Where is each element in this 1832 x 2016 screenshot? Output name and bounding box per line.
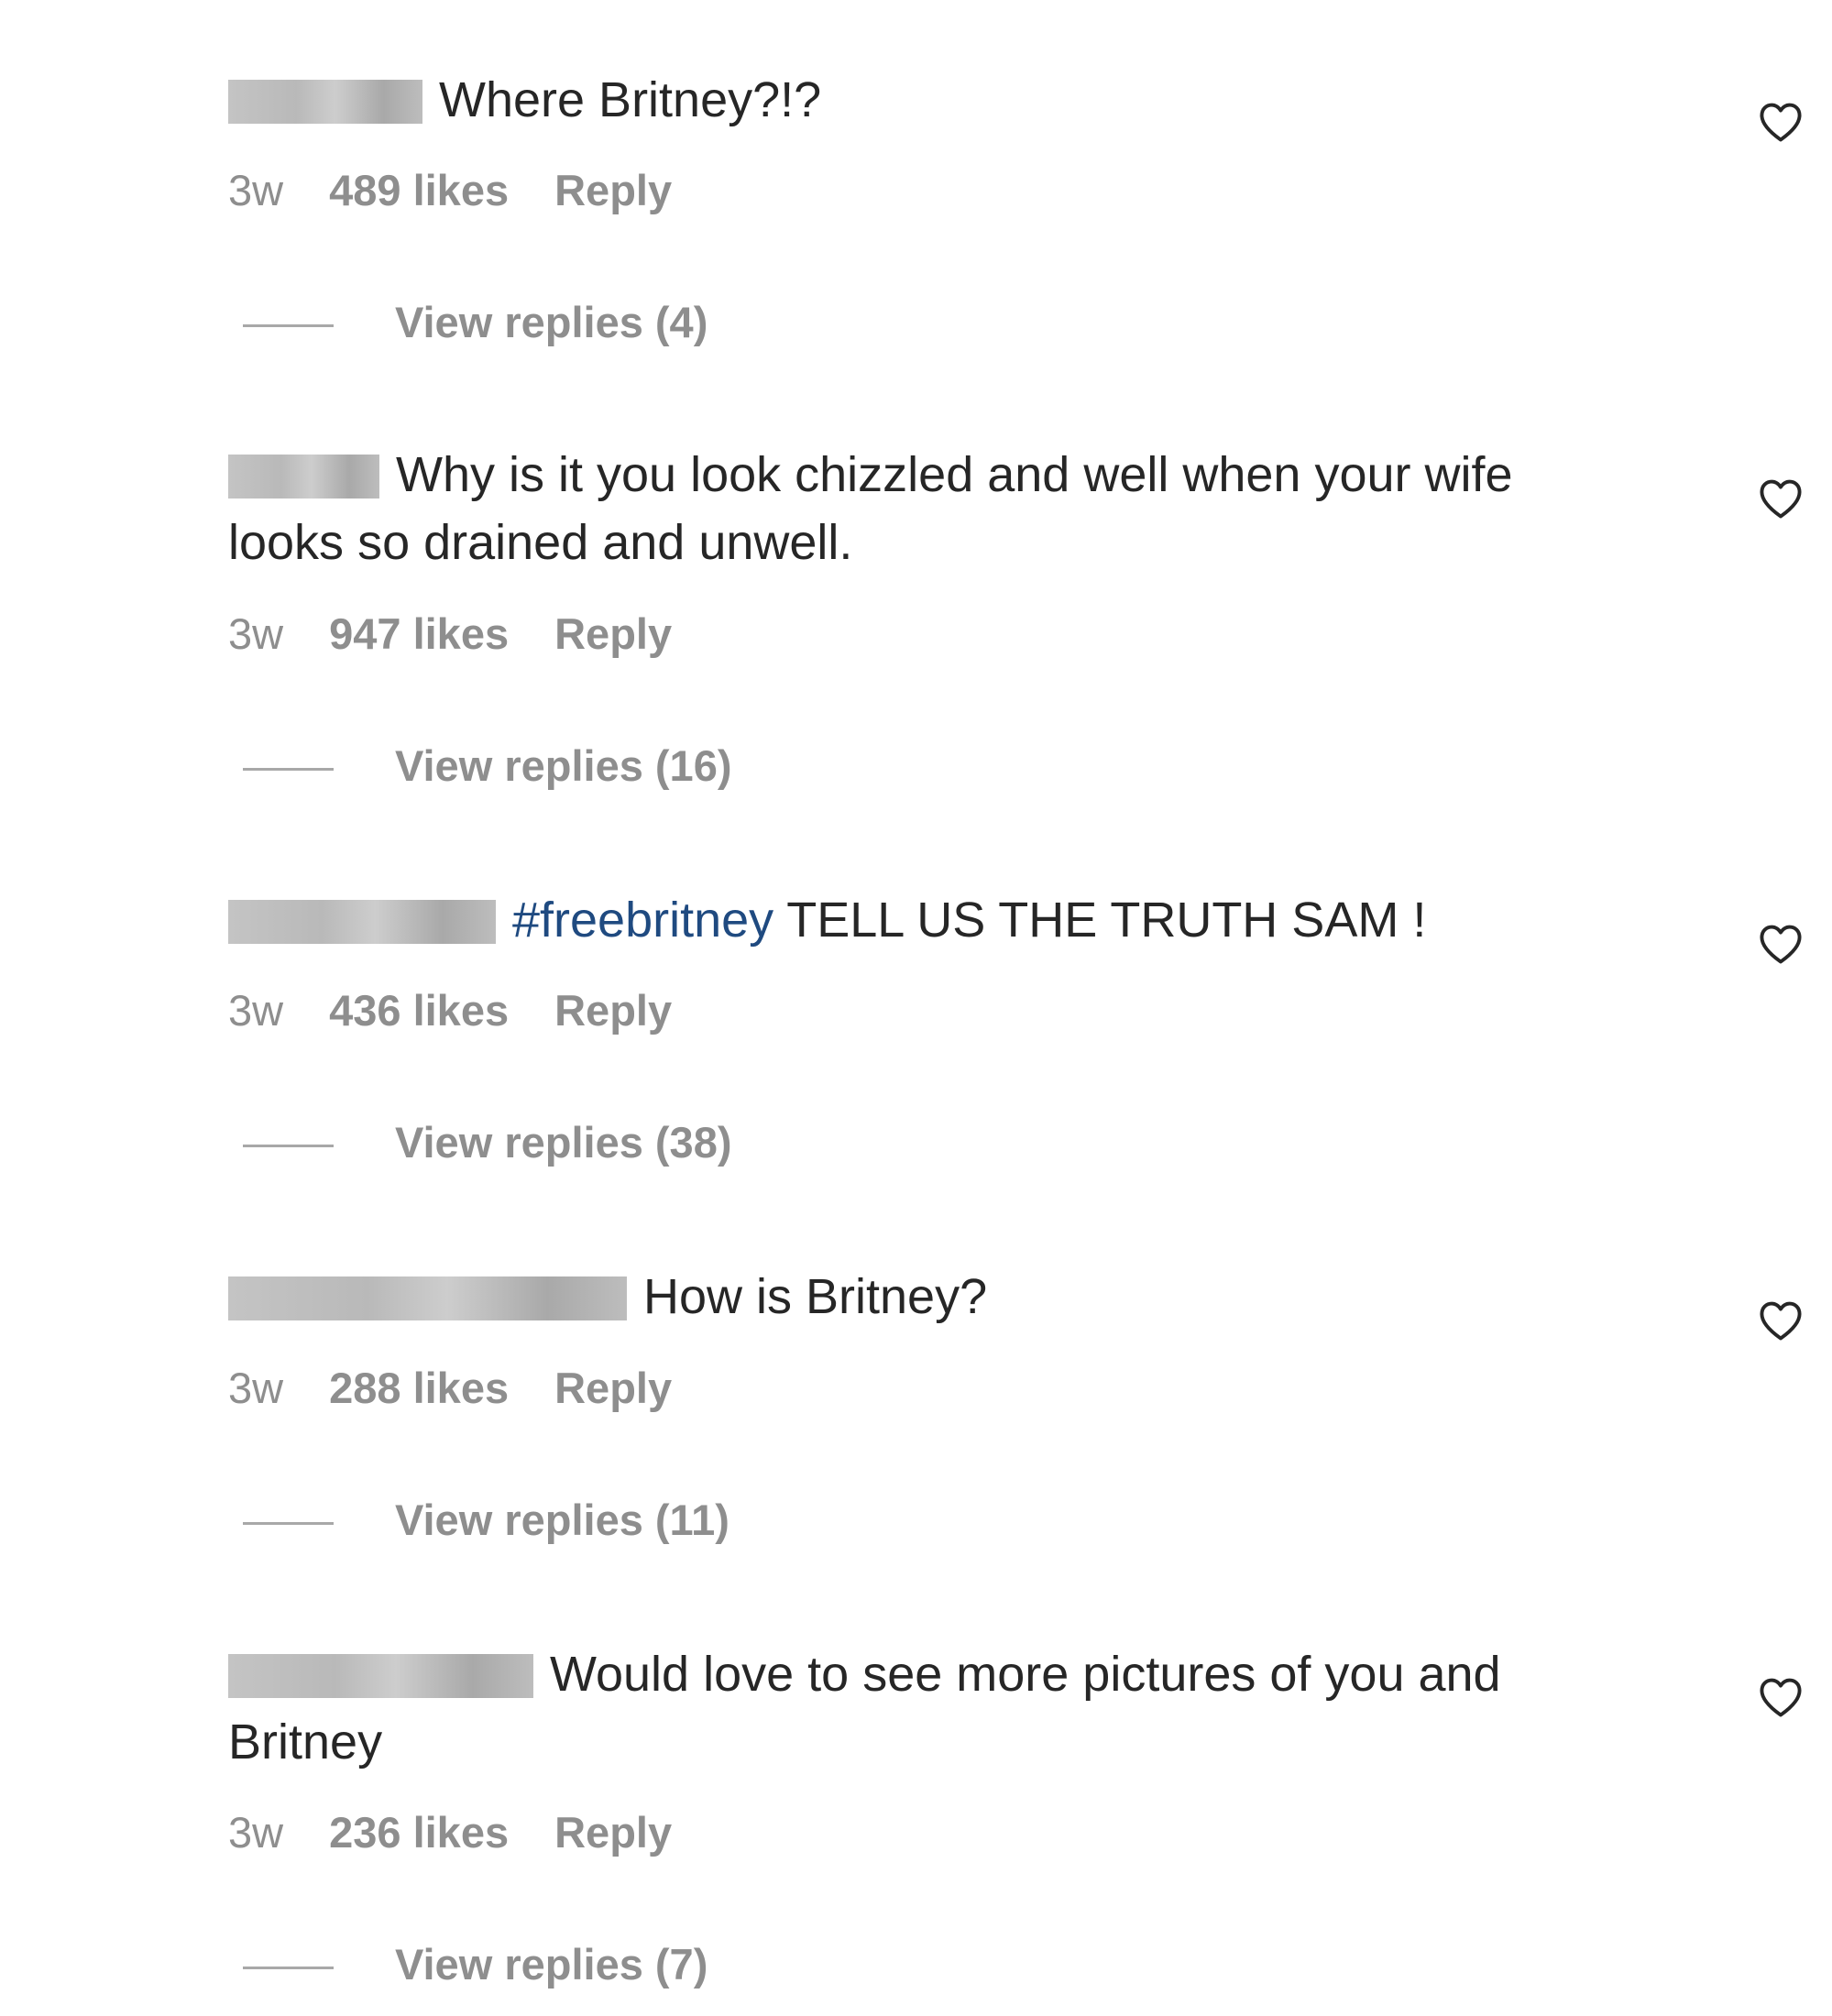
comment-body: Where Britney?!? (228, 66, 1640, 134)
comment-timestamp: 3w (228, 609, 284, 658)
comments-list: Where Britney?!? 3w 489 likes Reply View r… (0, 0, 1832, 2016)
view-replies-button[interactable]: View replies (7) (243, 1937, 708, 1992)
redacted-username[interactable] (228, 80, 422, 124)
comment-text: TELL US THE TRUTH SAM ! (786, 893, 1427, 948)
redacted-username[interactable] (228, 900, 496, 944)
comment-meta: 3w 288 likes Reply (228, 1361, 672, 1416)
comment-timestamp: 3w (228, 1808, 284, 1857)
likes-count[interactable]: 288 likes (329, 1364, 509, 1412)
comment-body: Would love to see more pictures of you a… (228, 1640, 1640, 1776)
redacted-username[interactable] (228, 455, 379, 499)
replies-divider (243, 324, 334, 328)
comment-text: Why is it you look chizzled and well whe… (228, 447, 1513, 570)
view-replies-button[interactable]: View replies (38) (243, 1115, 732, 1170)
comment-meta: 3w 489 likes Reply (228, 163, 672, 218)
comment-meta: 3w 947 likes Reply (228, 607, 672, 662)
redacted-username[interactable] (228, 1654, 533, 1698)
likes-count[interactable]: 236 likes (329, 1808, 509, 1857)
view-replies-label: View replies (11) (395, 1496, 730, 1544)
redacted-username[interactable] (228, 1276, 627, 1320)
reply-button[interactable]: Reply (554, 986, 672, 1035)
reply-button[interactable]: Reply (554, 1808, 672, 1857)
view-replies-button[interactable]: View replies (11) (243, 1493, 730, 1548)
reply-button[interactable]: Reply (554, 1364, 672, 1412)
comment-timestamp: 3w (228, 166, 284, 214)
view-replies-label: View replies (7) (395, 1940, 708, 1989)
hashtag-link[interactable]: #freebritney (512, 893, 773, 948)
view-replies-label: View replies (16) (395, 741, 732, 790)
replies-divider (243, 768, 334, 772)
comment-meta: 3w 236 likes Reply (228, 1805, 672, 1860)
heart-icon[interactable] (1757, 98, 1805, 146)
heart-icon[interactable] (1757, 920, 1805, 968)
view-replies-button[interactable]: View replies (16) (243, 739, 732, 794)
view-replies-button[interactable]: View replies (4) (243, 295, 708, 350)
comment-text: Where Britney?!? (439, 72, 822, 127)
replies-divider (243, 1522, 334, 1526)
likes-count[interactable]: 947 likes (329, 609, 509, 658)
comment-timestamp: 3w (228, 986, 284, 1035)
likes-count[interactable]: 436 likes (329, 986, 509, 1035)
view-replies-label: View replies (38) (395, 1118, 732, 1167)
replies-divider (243, 1967, 334, 1970)
comment-body: Why is it you look chizzled and well whe… (228, 441, 1640, 576)
comment-text: How is Britney? (643, 1269, 988, 1324)
heart-icon[interactable] (1757, 1297, 1805, 1344)
comment-body: How is Britney? (228, 1263, 1640, 1331)
reply-button[interactable]: Reply (554, 166, 672, 214)
view-replies-label: View replies (4) (395, 298, 708, 346)
comment-body: #freebritney TELL US THE TRUTH SAM ! (228, 886, 1640, 954)
heart-icon[interactable] (1757, 1673, 1805, 1721)
reply-button[interactable]: Reply (554, 609, 672, 658)
replies-divider (243, 1145, 334, 1148)
comment-meta: 3w 436 likes Reply (228, 983, 672, 1038)
comment-timestamp: 3w (228, 1364, 284, 1412)
heart-icon[interactable] (1757, 475, 1805, 522)
likes-count[interactable]: 489 likes (329, 166, 509, 214)
